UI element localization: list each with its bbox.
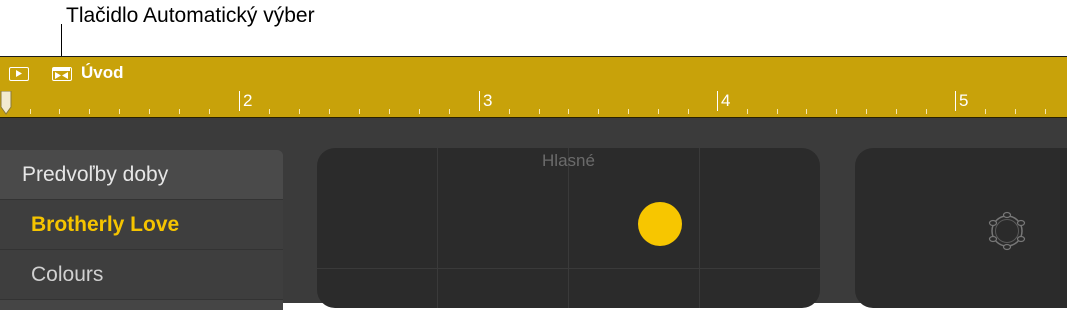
ruler-tick [658, 109, 659, 114]
pad-grid-line [437, 148, 438, 308]
ruler-tick [179, 109, 180, 114]
ruler-tick [1015, 109, 1016, 114]
xy-pad-puck[interactable] [638, 202, 682, 246]
ruler-tick [568, 109, 569, 114]
ruler-tick [299, 109, 300, 114]
drum-kit-pad[interactable] [855, 148, 1067, 308]
ruler-tick [149, 109, 150, 114]
ruler-tick [688, 109, 689, 114]
pad-grid-line [568, 148, 569, 308]
preset-item-brotherly-love[interactable]: Brotherly Love [0, 200, 283, 250]
pad-grid-line [317, 268, 820, 269]
ruler-tick [359, 109, 360, 114]
ruler-tick [209, 109, 210, 114]
bar-number: 5 [955, 91, 968, 111]
ruler-tick [119, 109, 120, 114]
ruler-tick [806, 109, 807, 114]
play-icon [16, 70, 22, 77]
ruler-tick [59, 109, 60, 114]
ruler-tick [419, 109, 420, 114]
xy-pad[interactable]: Hlasné [317, 148, 820, 308]
bar-number: 4 [717, 91, 730, 111]
ruler-tick [449, 109, 450, 114]
pad-label-loud: Hlasné [542, 151, 595, 170]
ruler-tick [539, 109, 540, 114]
bar-number: 3 [479, 91, 492, 111]
bar-number: 2 [239, 91, 252, 111]
ruler-bar[interactable]: Úvod 2 3 4 5 [0, 56, 1067, 118]
ruler-tick [896, 109, 897, 114]
beat-presets-header: Predvoľby doby [0, 150, 283, 200]
ruler-tick [926, 109, 927, 114]
ruler-tick [866, 109, 867, 114]
play-button[interactable] [9, 67, 29, 81]
ruler-tick [777, 109, 778, 114]
drummer-editor: Predvoľby doby Brotherly Love Colours Hl… [0, 118, 1067, 310]
ruler-tick [269, 109, 270, 114]
auto-select-button[interactable] [52, 67, 72, 81]
auto-select-icon [53, 68, 70, 79]
playhead-icon[interactable] [0, 91, 12, 115]
ruler-tick [628, 109, 629, 114]
ruler-tick [89, 109, 90, 114]
ruler-tick [836, 109, 837, 114]
ruler-tick [747, 109, 748, 114]
pad-grid-line [699, 148, 700, 308]
ruler-tick [598, 109, 599, 114]
ruler-tick [509, 109, 510, 114]
ruler-tick [329, 109, 330, 114]
tambourine-icon[interactable] [987, 211, 1027, 251]
ruler-tick [1045, 109, 1046, 114]
ruler-tick [985, 109, 986, 114]
section-name: Úvod [81, 63, 124, 82]
preset-item-colours[interactable]: Colours [0, 250, 283, 300]
ruler-tick [389, 109, 390, 114]
callout-label: Tlačidlo Automatický výber [66, 4, 315, 27]
beat-presets-panel: Predvoľby doby Brotherly Love Colours [0, 150, 283, 310]
ruler-tick [30, 109, 31, 114]
